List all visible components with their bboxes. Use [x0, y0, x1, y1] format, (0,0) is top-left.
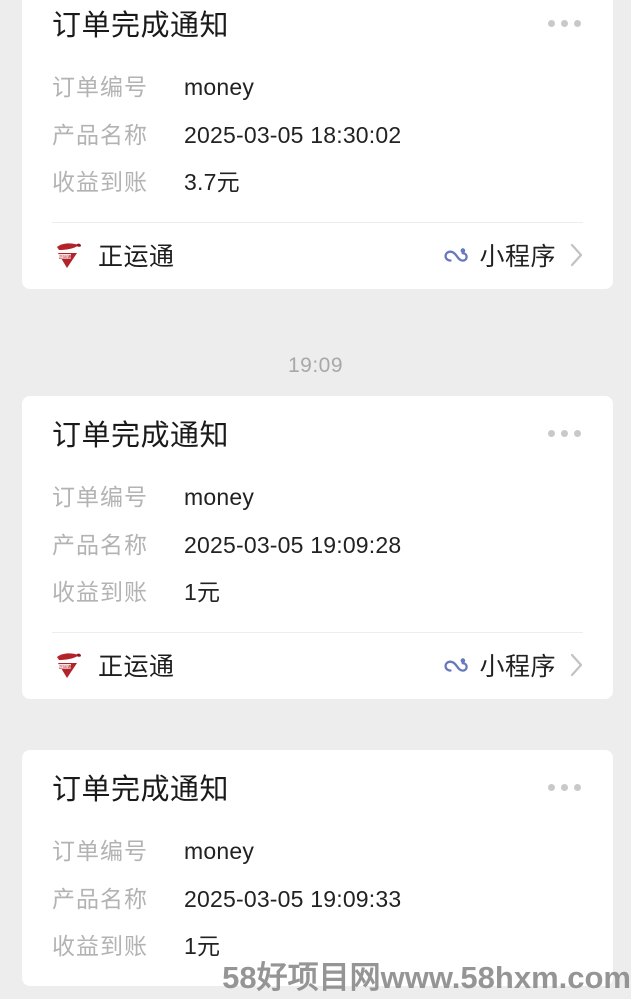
zhengyuntong-logo-icon: 正运通	[52, 648, 86, 682]
svg-text:正运通: 正运通	[59, 253, 72, 260]
detail-label: 产品名称	[52, 531, 148, 558]
page-title: 订单完成通知	[52, 10, 230, 42]
detail-row: 订单编号 money	[52, 70, 583, 105]
mini-program-icon	[442, 651, 470, 679]
detail-label: 收益到账	[52, 933, 148, 960]
detail-value: 3.7元	[184, 169, 240, 196]
detail-value: 2025-03-05 19:09:28	[184, 531, 402, 558]
detail-row: 收益到账 3.7元	[52, 165, 583, 200]
dot	[548, 784, 555, 791]
detail-value: money	[184, 74, 255, 101]
detail-row: 产品名称 2025-03-05 19:09:28	[52, 528, 583, 563]
notification-card[interactable]: 订单完成通知 订单编号 money 产品名称 2025-03-05 19:09:…	[22, 396, 613, 699]
card-title-row: 订单完成通知	[52, 396, 583, 454]
detail-value: 2025-03-05 19:09:33	[184, 885, 402, 912]
detail-value: 2025-03-05 18:30:02	[184, 121, 402, 148]
detail-label: 产品名称	[52, 121, 148, 148]
dot	[561, 20, 568, 27]
mini-program-icon	[442, 241, 470, 269]
detail-row: 收益到账 1元	[52, 575, 583, 610]
detail-label: 订单编号	[52, 74, 148, 101]
notification-card[interactable]: 订单完成通知 订单编号 money 产品名称 2025-03-05 19:09:…	[22, 750, 613, 986]
detail-value: 1元	[184, 933, 221, 960]
notification-card[interactable]: 订单完成通知 订单编号 money 产品名称 2025-03-05 18:30:…	[22, 0, 613, 289]
detail-value: 1元	[184, 579, 221, 606]
card-body: 订单完成通知 订单编号 money 产品名称 2025-03-05 18:30:…	[22, 0, 613, 222]
card-body: 订单完成通知 订单编号 money 产品名称 2025-03-05 19:09:…	[22, 750, 613, 986]
dot	[574, 20, 581, 27]
detail-row: 产品名称 2025-03-05 19:09:33	[52, 882, 583, 917]
mini-program-entry[interactable]: 小程序	[442, 647, 585, 683]
more-dots-icon[interactable]	[548, 772, 583, 791]
detail-row: 订单编号 money	[52, 834, 583, 869]
app-name: 正运通	[98, 652, 175, 681]
app-source[interactable]: 正运通 正运通	[52, 647, 175, 683]
more-dots-icon[interactable]	[548, 418, 583, 437]
chevron-right-icon	[569, 652, 585, 678]
app-source[interactable]: 正运通 正运通	[52, 237, 175, 273]
card-footer[interactable]: 正运通 正运通 小程序	[22, 633, 613, 699]
detail-value: money	[184, 838, 255, 865]
site-watermark: 58好项目网www.58hxm.com	[222, 960, 631, 995]
page-title: 订单完成通知	[52, 774, 230, 806]
detail-value: money	[184, 484, 255, 511]
mini-program-label: 小程序	[479, 242, 556, 271]
time-divider: 19:09	[287, 354, 344, 377]
dot	[548, 20, 555, 27]
detail-label: 收益到账	[52, 169, 148, 196]
dot	[561, 784, 568, 791]
card-title-row: 订单完成通知	[52, 0, 583, 44]
detail-rows: 订单编号 money 产品名称 2025-03-05 18:30:02 收益到账…	[52, 70, 583, 222]
more-dots-icon[interactable]	[548, 8, 583, 27]
card-title-row: 订单完成通知	[52, 750, 583, 808]
detail-label: 产品名称	[52, 885, 148, 912]
dot	[574, 430, 581, 437]
detail-label: 订单编号	[52, 484, 148, 511]
detail-rows: 订单编号 money 产品名称 2025-03-05 19:09:28 收益到账…	[52, 480, 583, 632]
dot	[561, 430, 568, 437]
card-body: 订单完成通知 订单编号 money 产品名称 2025-03-05 19:09:…	[22, 396, 613, 632]
dot	[548, 430, 555, 437]
zhengyuntong-logo-icon: 正运通	[52, 238, 86, 272]
svg-text:正运通: 正运通	[59, 663, 72, 670]
dot	[574, 784, 581, 791]
chevron-right-icon	[569, 242, 585, 268]
detail-label: 收益到账	[52, 579, 148, 606]
page-title: 订单完成通知	[52, 420, 230, 452]
app-name: 正运通	[98, 242, 175, 271]
detail-label: 订单编号	[52, 838, 148, 865]
mini-program-label: 小程序	[479, 652, 556, 681]
detail-row: 产品名称 2025-03-05 18:30:02	[52, 118, 583, 153]
mini-program-entry[interactable]: 小程序	[442, 237, 585, 273]
detail-row: 订单编号 money	[52, 480, 583, 515]
chat-message-list: 订单完成通知 订单编号 money 产品名称 2025-03-05 18:30:…	[0, 0, 631, 999]
card-footer[interactable]: 正运通 正运通 小程序	[22, 223, 613, 289]
